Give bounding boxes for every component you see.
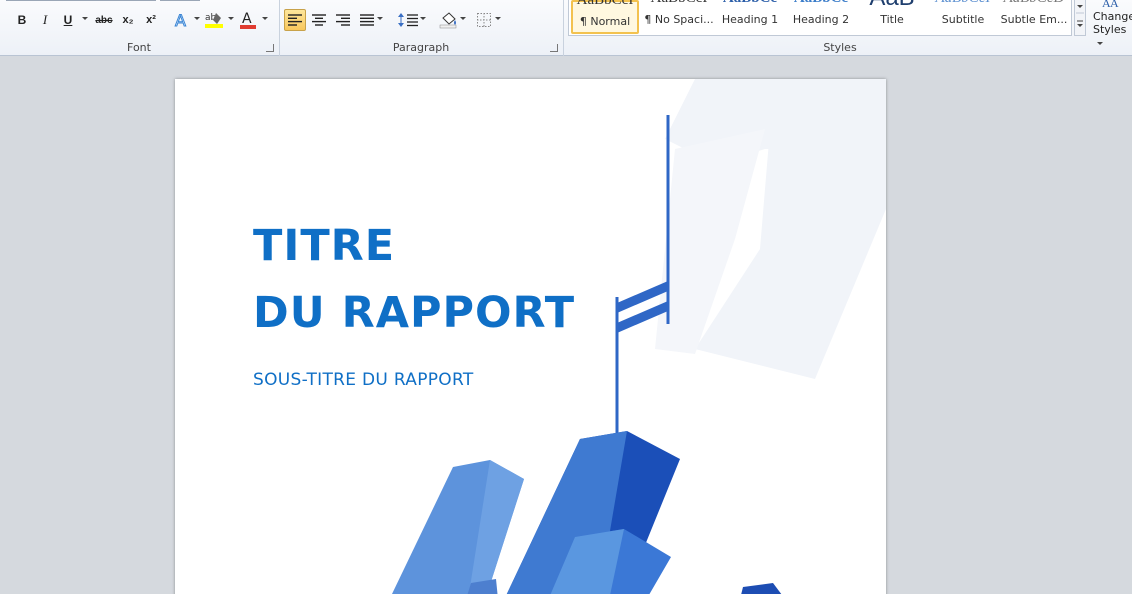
document-title-line-1: TITRE [253,221,396,271]
justify-dropdown-icon[interactable] [377,17,383,20]
align-right-icon[interactable] [332,9,354,31]
paragraph-dialog-launcher-icon[interactable] [550,44,558,52]
font-group: B I U abc x₂ x² A ab A Font [0,0,278,56]
text-effects-dropdown-icon[interactable] [194,17,200,20]
superscript-button[interactable]: x² [141,9,161,31]
svg-text:A: A [175,11,186,29]
align-center-icon[interactable] [308,9,330,31]
styles-group: Styles [564,0,1116,56]
document-title-line-2: DU RAPPORT [253,288,576,338]
justify-icon[interactable] [356,9,378,31]
borders-dropdown-icon[interactable] [495,17,501,20]
borders-icon[interactable] [473,9,495,31]
document-subtitle: SOUS-TITRE DU RAPPORT [253,370,474,390]
font-color-icon[interactable]: A [237,9,259,31]
shading-dropdown-icon[interactable] [460,17,466,20]
bar-right [741,583,782,594]
paragraph-group-label: Paragraph [392,41,450,54]
italic-button[interactable]: I [36,9,54,31]
paragraph-group: Paragraph [280,0,562,56]
shading-icon[interactable] [437,9,459,31]
highlight-icon[interactable]: ab [203,9,225,31]
ribbon: B I U abc x₂ x² A ab A Font Paragraph Aa… [0,0,1132,56]
document-page[interactable]: TITRE DU RAPPORT SOUS-TITRE DU RAPPORT [175,79,886,594]
font-group-label: Font [127,41,151,54]
align-left-icon[interactable] [284,9,306,31]
strikethrough-button[interactable]: abc [93,9,115,31]
underline-button[interactable]: U [59,9,77,31]
line-spacing-dropdown-icon[interactable] [420,17,426,20]
styles-group-label: Styles [823,41,857,54]
underline-dropdown-icon[interactable] [82,17,88,20]
font-dialog-launcher-icon[interactable] [266,44,274,52]
text-effects-icon[interactable]: A [171,9,193,31]
svg-text:A: A [242,11,252,27]
bold-button[interactable]: B [13,9,31,31]
line-spacing-icon[interactable] [396,9,420,31]
subscript-button[interactable]: x₂ [118,9,138,31]
font-color-dropdown-icon[interactable] [262,17,268,20]
highlight-dropdown-icon[interactable] [228,17,234,20]
